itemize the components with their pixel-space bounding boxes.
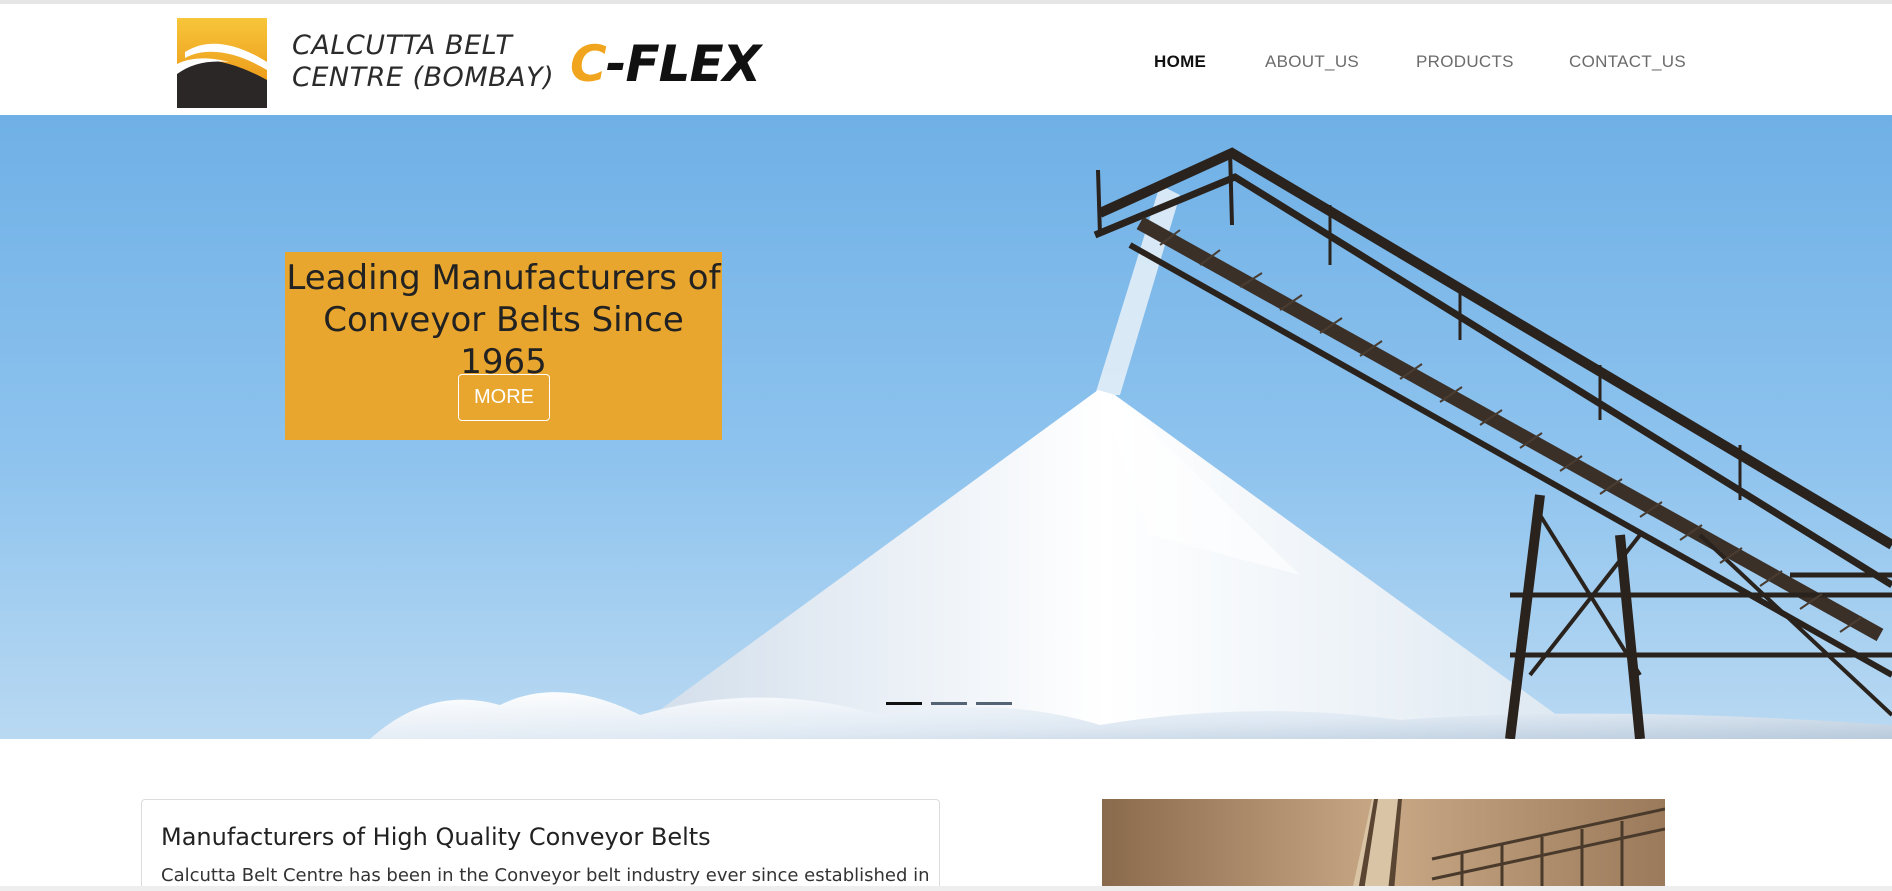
intro-text: Calcutta Belt Centre has been in the Con… [161,865,930,886]
hero-heading-line2: Conveyor Belts Since 1965 [323,300,684,382]
nav-products[interactable]: PRODUCTS [1416,52,1514,74]
intro-title: Manufacturers of High Quality Conveyor B… [161,823,711,851]
swoosh-logo-icon[interactable] [177,18,267,108]
conveyor-photo [1102,799,1665,891]
hero-carousel[interactable]: Leading Manufacturers of Conveyor Belts … [0,115,1892,739]
product-logo-rest: -FLEX [605,35,761,93]
nav-about-us[interactable]: ABOUT_US [1265,52,1359,74]
carousel-indicator-2[interactable] [931,702,967,705]
intro-card: Manufacturers of High Quality Conveyor B… [141,799,940,891]
hero-heading-line1: Leading Manufacturers of [286,258,721,298]
nav-contact-us[interactable]: CONTACT_US [1569,52,1686,74]
site-header: CALCUTTA BELT CENTRE (BOMBAY) C-FLEX HOM… [0,4,1892,114]
hero-heading: Leading Manufacturers of Conveyor Belts … [285,257,722,383]
company-name-line1: CALCUTTA BELT [292,30,513,61]
more-button[interactable]: MORE [458,374,550,421]
bottom-border [0,886,1892,891]
product-logo[interactable]: C-FLEX [570,34,761,94]
hero-image [370,147,1892,739]
carousel-indicator-1[interactable] [886,702,922,705]
company-name-line2: CENTRE (BOMBAY) [292,62,555,93]
nav-home[interactable]: HOME [1154,52,1206,74]
product-logo-c: C [570,35,607,93]
hero-caption: Leading Manufacturers of Conveyor Belts … [285,252,722,440]
company-name[interactable]: CALCUTTA BELT CENTRE (BOMBAY) [292,30,554,94]
carousel-indicator-3[interactable] [976,702,1012,705]
